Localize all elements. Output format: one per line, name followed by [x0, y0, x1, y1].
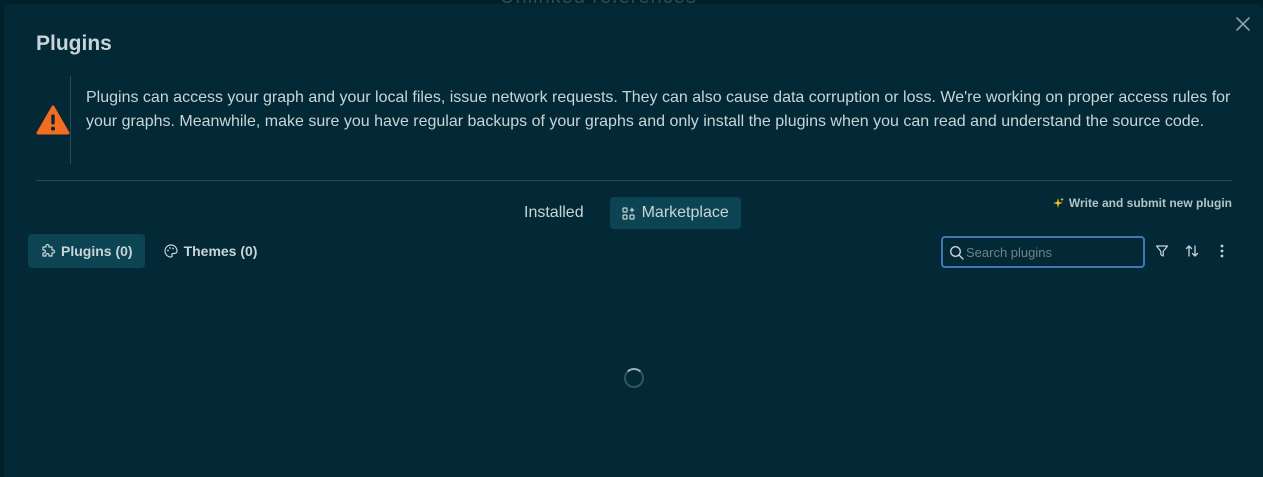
- tab-plugins[interactable]: Plugins (0): [28, 234, 145, 268]
- filter-icon: [1155, 245, 1169, 257]
- more-vertical-icon: [1220, 244, 1224, 258]
- warning-icon: [36, 105, 70, 135]
- security-warning: Plugins can access your graph and your l…: [36, 76, 1232, 164]
- loading-spinner: [624, 368, 644, 388]
- sort-icon: [1185, 245, 1199, 257]
- search-icon: [949, 245, 964, 260]
- close-button[interactable]: [1233, 14, 1253, 34]
- apps-icon: [621, 206, 635, 220]
- search-input[interactable]: [966, 244, 1136, 260]
- warning-icon-container: [36, 76, 71, 164]
- tab-marketplace[interactable]: Marketplace: [609, 197, 741, 229]
- sort-button[interactable]: [1181, 240, 1203, 262]
- tab-installed[interactable]: Installed: [512, 197, 596, 229]
- dialog-title: Plugins: [36, 32, 112, 55]
- tab-themes-label: Themes (0): [183, 243, 258, 259]
- filter-button[interactable]: [1151, 240, 1173, 262]
- close-icon: [1236, 17, 1250, 31]
- write-plugin-label: Write and submit new plugin: [1068, 196, 1232, 210]
- tab-plugins-label: Plugins (0): [61, 243, 133, 259]
- search-box[interactable]: [941, 236, 1145, 268]
- puzzle-icon: [42, 243, 56, 257]
- plugins-dialog: Plugins Plugins can access your graph an…: [4, 4, 1263, 477]
- sub-tabs: Plugins (0) Themes (0): [28, 234, 269, 268]
- write-plugin-link[interactable]: Write and submit new plugin: [1052, 196, 1232, 210]
- tab-marketplace-label: Marketplace: [641, 204, 729, 221]
- tab-themes[interactable]: Themes (0): [151, 234, 270, 268]
- sparkles-icon: [1052, 197, 1064, 208]
- warning-text: Plugins can access your graph and your l…: [86, 89, 1231, 130]
- main-tabs: Installed Marketplace: [512, 197, 741, 229]
- divider: [36, 180, 1232, 181]
- palette-icon: [163, 244, 178, 258]
- more-options-button[interactable]: [1211, 240, 1233, 262]
- tab-installed-label: Installed: [524, 204, 584, 221]
